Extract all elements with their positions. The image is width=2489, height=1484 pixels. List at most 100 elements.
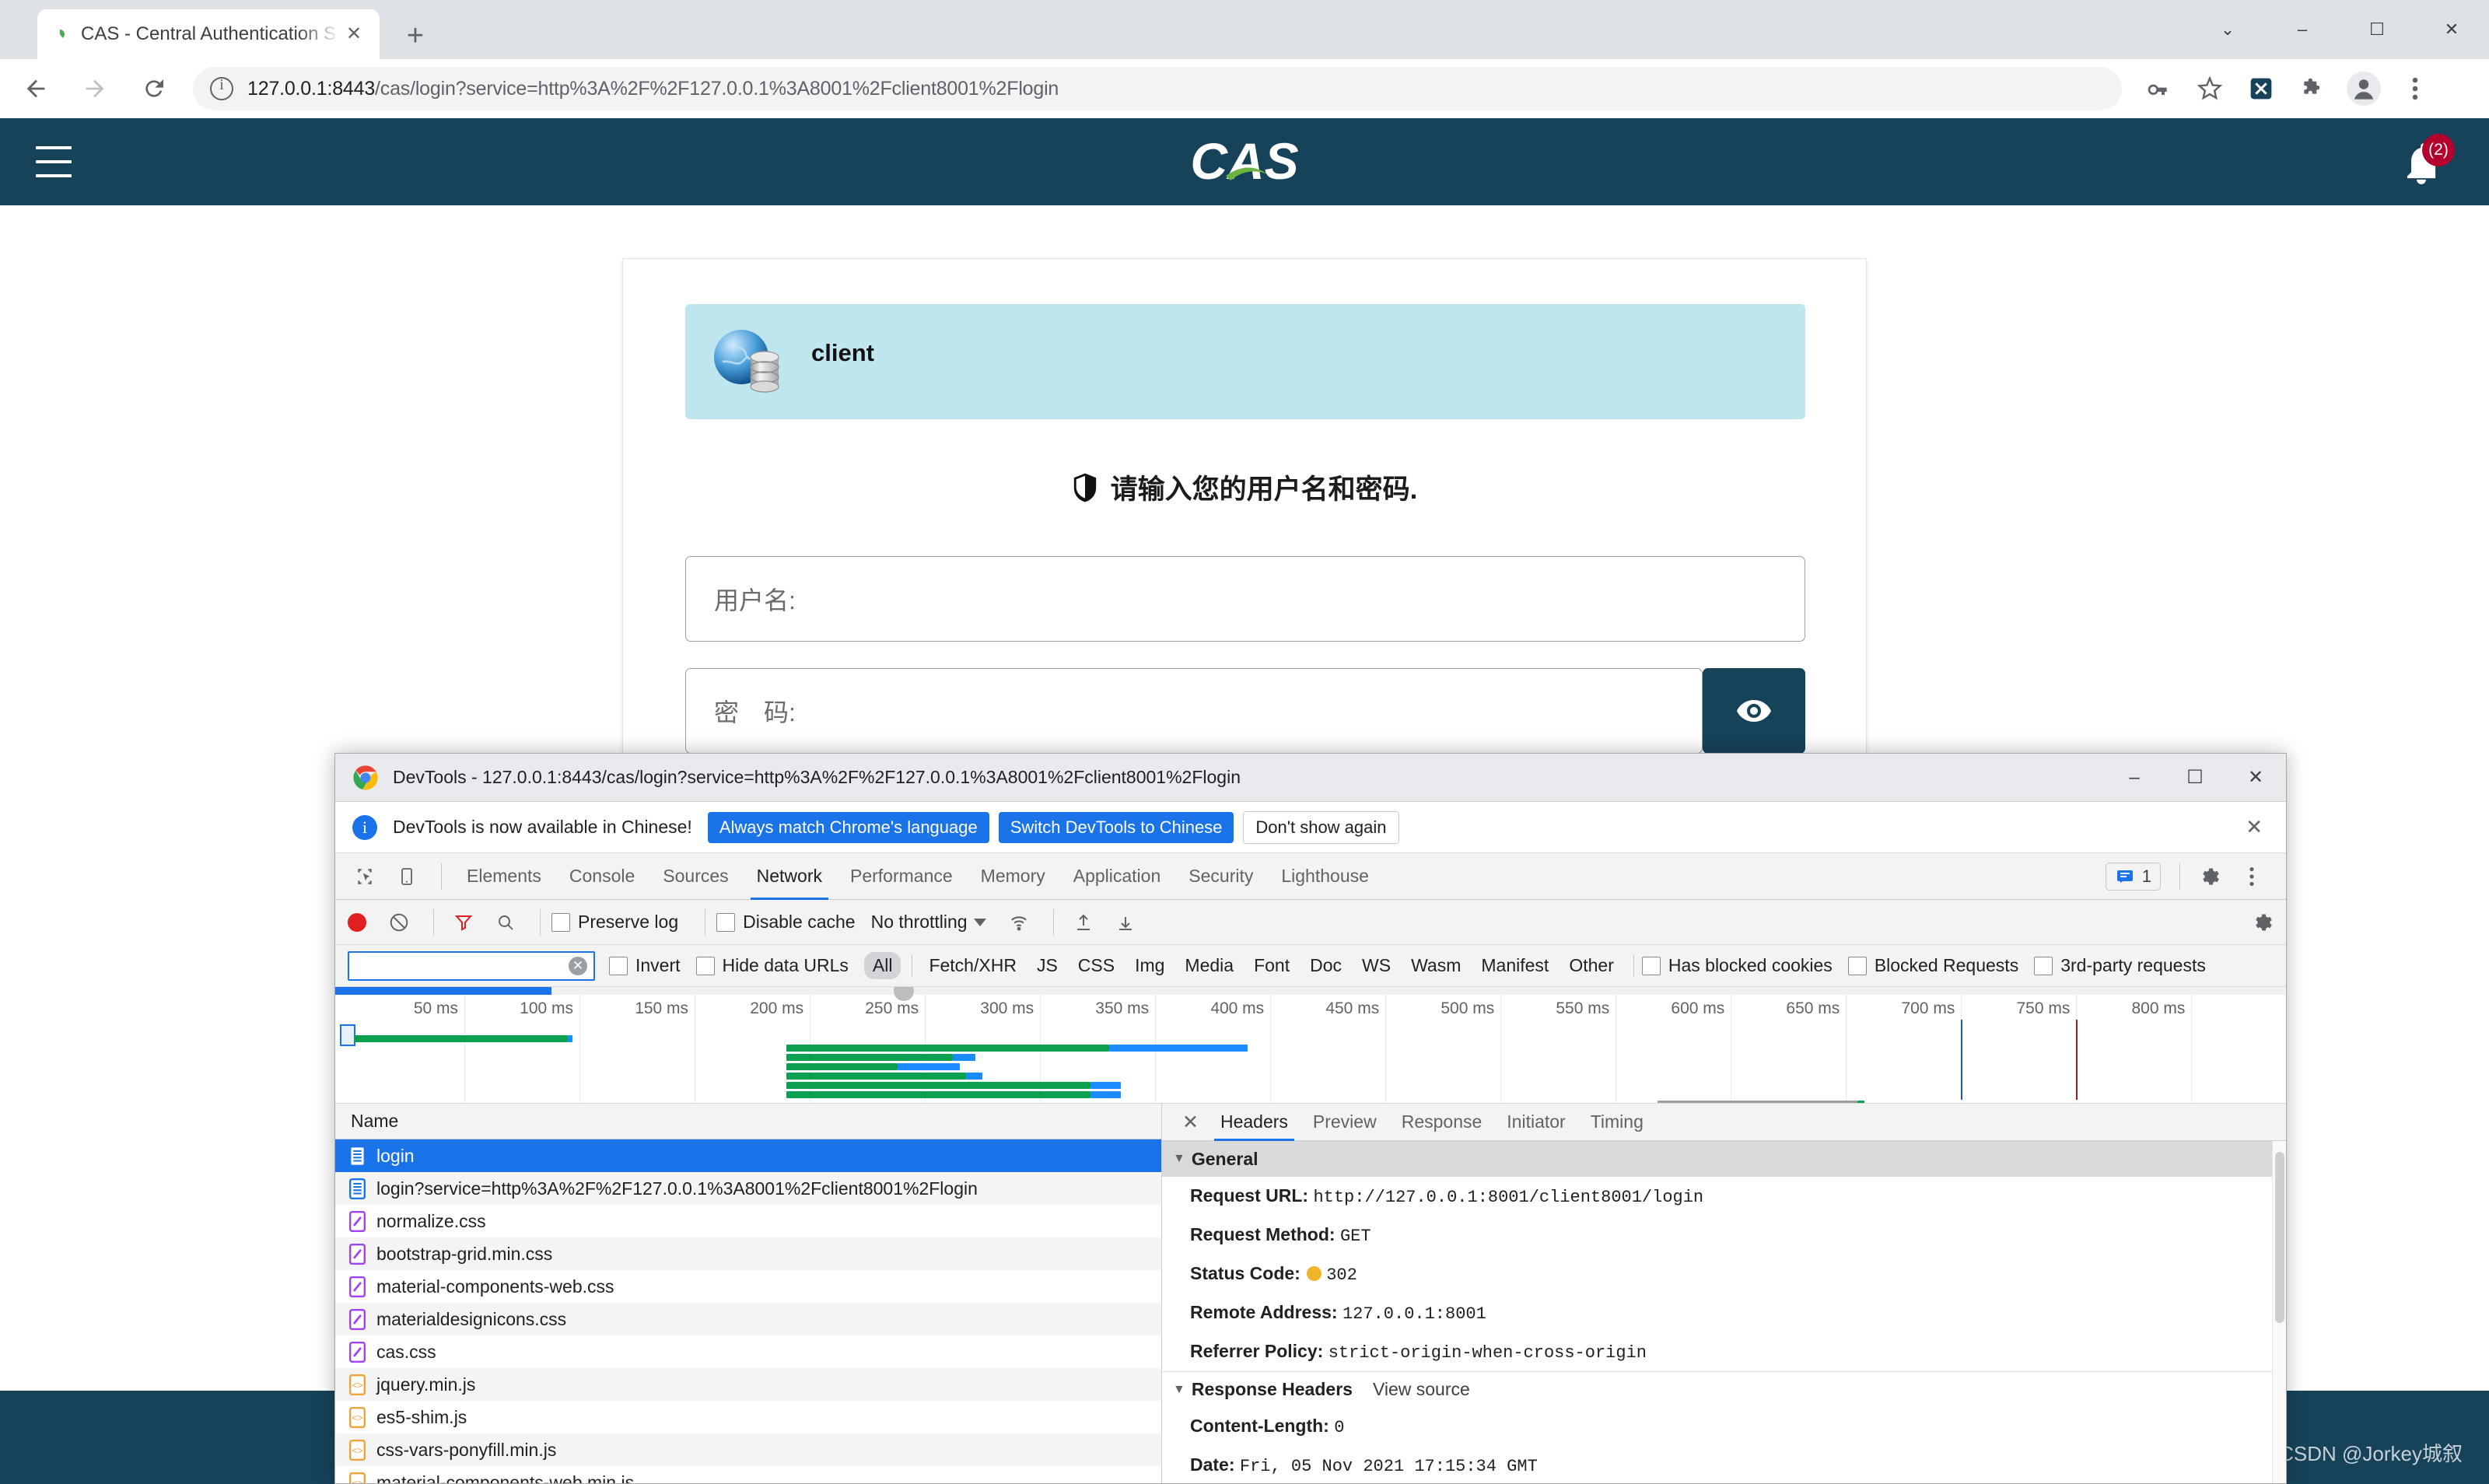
throttling-select[interactable]: No throttling <box>871 912 968 933</box>
tab-lighthouse[interactable]: Lighthouse <box>1267 853 1383 900</box>
detail-tab-initiator[interactable]: Initiator <box>1494 1104 1577 1141</box>
message-count-chip[interactable]: 1 <box>2105 862 2161 891</box>
key-icon[interactable] <box>2136 66 2181 111</box>
preserve-log-checkbox[interactable]: Preserve log <box>551 912 678 933</box>
window-close-icon[interactable]: ✕ <box>2414 0 2489 59</box>
type-filter-all[interactable]: All <box>863 952 901 979</box>
detail-close-icon[interactable]: ✕ <box>1173 1111 1208 1134</box>
forward-icon[interactable] <box>72 65 118 112</box>
new-tab-button[interactable]: + <box>397 17 434 54</box>
site-info-icon[interactable] <box>210 76 233 100</box>
type-filter-css[interactable]: CSS <box>1069 952 1123 979</box>
detail-tab-preview[interactable]: Preview <box>1301 1104 1389 1141</box>
gear-icon[interactable] <box>2191 858 2228 895</box>
type-filter-fetch-xhr[interactable]: Fetch/XHR <box>920 952 1024 979</box>
type-filter-manifest[interactable]: Manifest <box>1472 952 1557 979</box>
hide-data-urls-checkbox[interactable]: Hide data URLs <box>695 955 849 976</box>
tab-security[interactable]: Security <box>1174 853 1267 900</box>
request-list-header[interactable]: Name <box>335 1104 1161 1139</box>
search-icon[interactable] <box>487 904 524 941</box>
detail-tab-timing[interactable]: Timing <box>1578 1104 1656 1141</box>
view-source-link[interactable]: View source <box>1373 1379 1470 1400</box>
star-icon[interactable] <box>2187 66 2232 111</box>
devtools-minimize-icon[interactable]: – <box>2104 754 2165 802</box>
scrollbar-thumb[interactable] <box>2275 1152 2284 1323</box>
type-filter-js[interactable]: JS <box>1028 952 1066 979</box>
clear-filter-icon[interactable]: ✕ <box>569 956 587 975</box>
table-row[interactable]: materialdesignicons.css <box>335 1303 1161 1335</box>
notice-close-icon[interactable]: ✕ <box>2239 815 2269 839</box>
table-row[interactable]: <> jquery.min.js <box>335 1368 1161 1401</box>
detail-tab-headers[interactable]: Headers <box>1208 1104 1301 1141</box>
has-blocked-cookies-checkbox[interactable]: Has blocked cookies <box>1641 955 1833 976</box>
profile-avatar-icon[interactable] <box>2341 66 2386 111</box>
table-row[interactable]: login?service=http%3A%2F%2F127.0.0.1%3A8… <box>335 1172 1161 1205</box>
overview-scrollbar[interactable] <box>335 987 2286 995</box>
third-party-requests-checkbox[interactable]: 3rd-party requests <box>2034 955 2206 976</box>
network-overview-timeline[interactable]: 50 ms 100 ms 150 ms 200 ms 250 ms 300 ms 350 m… <box>335 987 2286 1104</box>
tab-elements[interactable]: Elements <box>453 853 555 900</box>
filter-icon[interactable] <box>445 904 482 941</box>
tab-sources[interactable]: Sources <box>649 853 742 900</box>
tab-performance[interactable]: Performance <box>836 853 967 900</box>
export-har-icon[interactable] <box>1107 904 1144 941</box>
tab-memory[interactable]: Memory <box>967 853 1059 900</box>
table-row[interactable]: material-components-web.css <box>335 1270 1161 1303</box>
invert-checkbox[interactable]: Invert <box>609 955 681 976</box>
table-row[interactable]: cas.css <box>335 1335 1161 1368</box>
table-row[interactable]: <> material-components-web.min.js <box>335 1466 1161 1483</box>
back-icon[interactable] <box>12 65 59 112</box>
general-section-header[interactable]: ▼ General <box>1162 1141 2286 1177</box>
type-filter-media[interactable]: Media <box>1176 952 1242 979</box>
close-icon[interactable]: ✕ <box>341 21 367 47</box>
table-row[interactable]: <> css-vars-ponyfill.min.js <box>335 1433 1161 1466</box>
detail-tab-response[interactable]: Response <box>1389 1104 1495 1141</box>
password-input[interactable]: 密 码: <box>685 668 1703 754</box>
devtools-kebab-menu-icon[interactable] <box>2233 858 2270 895</box>
clear-icon[interactable] <box>380 904 418 941</box>
extension-x-icon[interactable] <box>2239 66 2284 111</box>
tab-search-chevron-icon[interactable]: ⌄ <box>2190 0 2265 59</box>
record-icon[interactable] <box>348 912 366 932</box>
table-row[interactable]: normalize.css <box>335 1205 1161 1237</box>
switch-to-chinese-button[interactable]: Switch DevTools to Chinese <box>998 811 1234 843</box>
type-filter-other[interactable]: Other <box>1560 952 1623 979</box>
match-chrome-language-button[interactable]: Always match Chrome's language <box>707 811 989 843</box>
network-settings-gear-icon[interactable] <box>2244 904 2281 941</box>
network-conditions-icon[interactable] <box>1000 904 1038 941</box>
tab-application[interactable]: Application <box>1059 853 1175 900</box>
inspect-element-icon[interactable] <box>346 858 383 895</box>
tab-console[interactable]: Console <box>555 853 649 900</box>
detail-scrollbar[interactable] <box>2272 1141 2286 1483</box>
blocked-requests-checkbox[interactable]: Blocked Requests <box>1847 955 2018 976</box>
browser-tab[interactable]: CAS - Central Authentication S ✕ <box>37 9 380 59</box>
response-headers-section-header[interactable]: ▼ Response Headers View source <box>1162 1371 2286 1407</box>
username-input[interactable]: 用户名: <box>685 556 1805 642</box>
puzzle-icon[interactable] <box>2290 66 2335 111</box>
reload-icon[interactable] <box>131 65 177 112</box>
type-filter-img[interactable]: Img <box>1126 952 1173 979</box>
kebab-menu-icon[interactable] <box>2393 66 2438 111</box>
disable-cache-checkbox[interactable]: Disable cache <box>716 912 856 933</box>
devtools-maximize-icon[interactable]: ☐ <box>2165 754 2225 802</box>
eye-icon[interactable] <box>1703 668 1805 754</box>
type-filter-wasm[interactable]: Wasm <box>1402 952 1469 979</box>
address-bar[interactable]: 127.0.0.1:8443/cas/login?service=http%3A… <box>193 67 2122 110</box>
table-row[interactable]: <> es5-shim.js <box>335 1401 1161 1433</box>
table-row[interactable]: bootstrap-grid.min.css <box>335 1237 1161 1270</box>
tab-network[interactable]: Network <box>743 853 836 900</box>
type-filter-ws[interactable]: WS <box>1353 952 1399 979</box>
devtools-close-icon[interactable]: ✕ <box>2225 754 2286 802</box>
minimize-icon[interactable]: – <box>2265 0 2340 59</box>
filter-input[interactable]: ✕ <box>348 950 595 981</box>
devtools-titlebar[interactable]: DevTools - 127.0.0.1:8443/cas/login?serv… <box>335 754 2286 802</box>
table-row[interactable]: login <box>335 1139 1161 1172</box>
type-filter-doc[interactable]: Doc <box>1301 952 1350 979</box>
chevron-down-icon[interactable] <box>973 918 986 926</box>
type-filter-font[interactable]: Font <box>1245 952 1298 979</box>
maximize-icon[interactable]: ☐ <box>2340 0 2414 59</box>
device-toolbar-icon[interactable] <box>388 858 425 895</box>
import-har-icon[interactable] <box>1065 904 1102 941</box>
dont-show-again-button[interactable]: Don't show again <box>1243 810 1399 844</box>
menu-icon[interactable] <box>36 146 72 177</box>
